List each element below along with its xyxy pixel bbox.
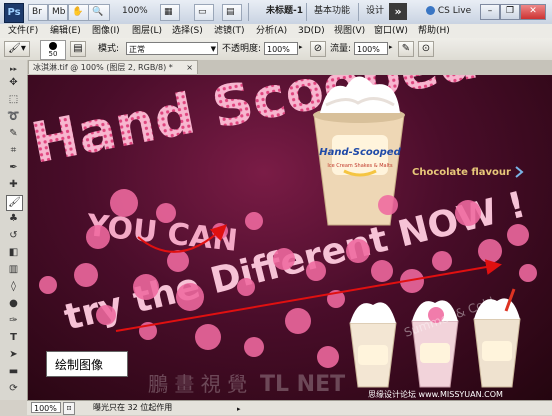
footer-credit: 思缘设计论坛 www.MISSYUAN.COM (368, 389, 503, 399)
cs-live-button[interactable]: CS Live (426, 4, 471, 19)
crop-tool-icon[interactable]: ⌗ (6, 144, 21, 158)
headline-text: Hand Scooped (28, 75, 483, 177)
status-bar: 100% ⊡ 曝光只在 32 位起作用 ▸ (27, 400, 552, 415)
bridge-icon[interactable]: Br (28, 4, 48, 21)
separator (248, 3, 249, 21)
document-tab-label: 冰淇淋.tif @ 100% (图层 2, RGB/8) * (33, 63, 173, 72)
gradient-tool-icon[interactable]: ▥ (6, 263, 21, 277)
brush-preset-picker[interactable]: 🖌▾ (4, 41, 30, 57)
collapse-toolbox-icon[interactable]: ▸▸ (6, 62, 21, 76)
minimize-button[interactable]: – (480, 4, 500, 20)
title-bar: Ps Br Mb ✋ 🔍 100% ▦ ▭ ▤ 未标题-1 基本功能 设计 » … (0, 0, 552, 25)
blend-mode-select[interactable]: 正常 ▼ (126, 42, 218, 55)
document-title: 未标题-1 (266, 6, 303, 16)
hand-tool-icon[interactable]: ✋ (68, 4, 90, 21)
type-tool-icon[interactable]: T (6, 331, 21, 345)
blend-mode-value: 正常 (129, 45, 145, 54)
menu-image[interactable]: 图像(I) (92, 24, 120, 38)
cs-live-icon (426, 6, 435, 15)
flow-label: 流量: (330, 44, 352, 54)
flow-field[interactable]: 100% (354, 42, 388, 55)
cup-brand-sub: Ice Cream Shakes & Malts (327, 163, 393, 169)
hand-3d-tool-icon[interactable]: ⟳ (6, 382, 21, 396)
arrange-docs-icon[interactable]: ▦ (160, 4, 180, 21)
workspace-design[interactable]: 设计 (366, 4, 384, 19)
menu-select[interactable]: 选择(S) (172, 24, 203, 38)
options-bar: 🖌▾ 50 ▤ 模式: 正常 ▼ 不透明度: 100% ▸ ⊘ 流量: 100%… (0, 38, 552, 61)
more-workspaces-button[interactable]: » (389, 3, 407, 20)
opacity-field[interactable]: 100% (264, 42, 298, 55)
tablet-opacity-icon[interactable]: ⊘ (310, 41, 326, 57)
zoom-tool-icon[interactable]: 🔍 (88, 4, 110, 21)
history-brush-tool-icon[interactable]: ↺ (6, 229, 21, 243)
shape-tool-icon[interactable]: ▬ (6, 365, 21, 379)
brush-tip-icon (49, 42, 57, 50)
flavour-label: Chocolate flavour (412, 167, 511, 178)
lasso-tool-icon[interactable]: ➰ (6, 110, 21, 124)
cup-brand-text: Hand-Scooped (319, 147, 401, 158)
brush-tool-icon[interactable]: 🖌 (6, 195, 23, 211)
menu-filter[interactable]: 滤镜(T) (214, 24, 245, 38)
separator (358, 3, 359, 21)
menu-view[interactable]: 视图(V) (334, 24, 365, 38)
healing-tool-icon[interactable]: ✚ (6, 178, 21, 192)
mode-label: 模式: (98, 44, 120, 54)
dodge-tool-icon[interactable]: ● (6, 297, 21, 311)
status-info-icon[interactable]: ⊡ (63, 402, 75, 415)
brush-size-picker[interactable]: 50 (40, 40, 66, 60)
image-canvas[interactable]: Hand Scooped YOU CAN try the Different N… (28, 75, 552, 400)
flow-dropdown-icon[interactable]: ▸ (389, 43, 393, 51)
cs-live-label: CS Live (437, 6, 472, 16)
tablet-pressure-icon[interactable]: ⊙ (418, 41, 434, 57)
brush-panel-toggle-icon[interactable]: ▤ (70, 41, 86, 57)
photoshop-logo: Ps (4, 3, 24, 23)
marquee-tool-icon[interactable]: ⬚ (6, 93, 21, 107)
menu-3d[interactable]: 3D(D) (298, 24, 325, 38)
menu-window[interactable]: 窗口(W) (374, 24, 408, 38)
airbrush-icon[interactable]: ✎ (398, 41, 414, 57)
watermark-tl: TL NET (260, 372, 345, 397)
watermark-cn: 鵬 畫 視 覺 (148, 372, 247, 396)
minibridge-icon[interactable]: Mb (48, 4, 68, 21)
separator (306, 3, 307, 21)
eyedropper-tool-icon[interactable]: ✒ (6, 161, 21, 175)
move-tool-icon[interactable]: ✥ (6, 76, 21, 90)
blur-tool-icon[interactable]: ◊ (6, 280, 21, 294)
tools-panel: ▸▸ ✥ ⬚ ➰ ✎ ⌗ ✒ ✚ 🖌 ♣ ↺ ◧ ▥ ◊ ● ✑ T ➤ ▬ ⟳ (0, 60, 28, 400)
status-zoom-field[interactable]: 100% (31, 402, 61, 413)
menu-bar: 文件(F) 编辑(E) 图像(I) 图层(L) 选择(S) 滤镜(T) 分析(A… (0, 24, 552, 39)
close-tab-icon[interactable]: × (186, 61, 193, 75)
document-tab[interactable]: 冰淇淋.tif @ 100% (图层 2, RGB/8) * × (28, 60, 198, 74)
menu-analysis[interactable]: 分析(A) (256, 24, 287, 38)
screen-mode-icon[interactable]: ▭ (194, 4, 214, 21)
close-window-button[interactable]: ✕ (520, 4, 546, 20)
workspace-basic[interactable]: 基本功能 (314, 4, 350, 19)
flavour-arrow-icon (515, 166, 524, 178)
menu-layer[interactable]: 图层(L) (132, 24, 162, 38)
zoom-level[interactable]: 100% (122, 4, 148, 19)
status-info-text: 曝光只在 32 位起作用 (93, 403, 173, 412)
eraser-tool-icon[interactable]: ◧ (6, 246, 21, 260)
menu-help[interactable]: 帮助(H) (418, 24, 450, 38)
brush-size-value: 50 (48, 50, 58, 58)
opacity-label: 不透明度: (222, 44, 262, 54)
extras-icon[interactable]: ▤ (222, 4, 242, 21)
clone-stamp-tool-icon[interactable]: ♣ (6, 212, 21, 226)
restore-button[interactable]: ❐ (500, 4, 520, 20)
chevron-down-icon: ▼ (210, 45, 216, 53)
opacity-dropdown-icon[interactable]: ▸ (299, 43, 303, 51)
path-select-tool-icon[interactable]: ➤ (6, 348, 21, 362)
small-cup-1 (349, 302, 397, 388)
menu-file[interactable]: 文件(F) (8, 24, 38, 38)
step-caption: 绘制图像 (46, 351, 128, 377)
pen-tool-icon[interactable]: ✑ (6, 314, 21, 328)
menu-edit[interactable]: 编辑(E) (50, 24, 81, 38)
quick-select-tool-icon[interactable]: ✎ (6, 127, 21, 141)
